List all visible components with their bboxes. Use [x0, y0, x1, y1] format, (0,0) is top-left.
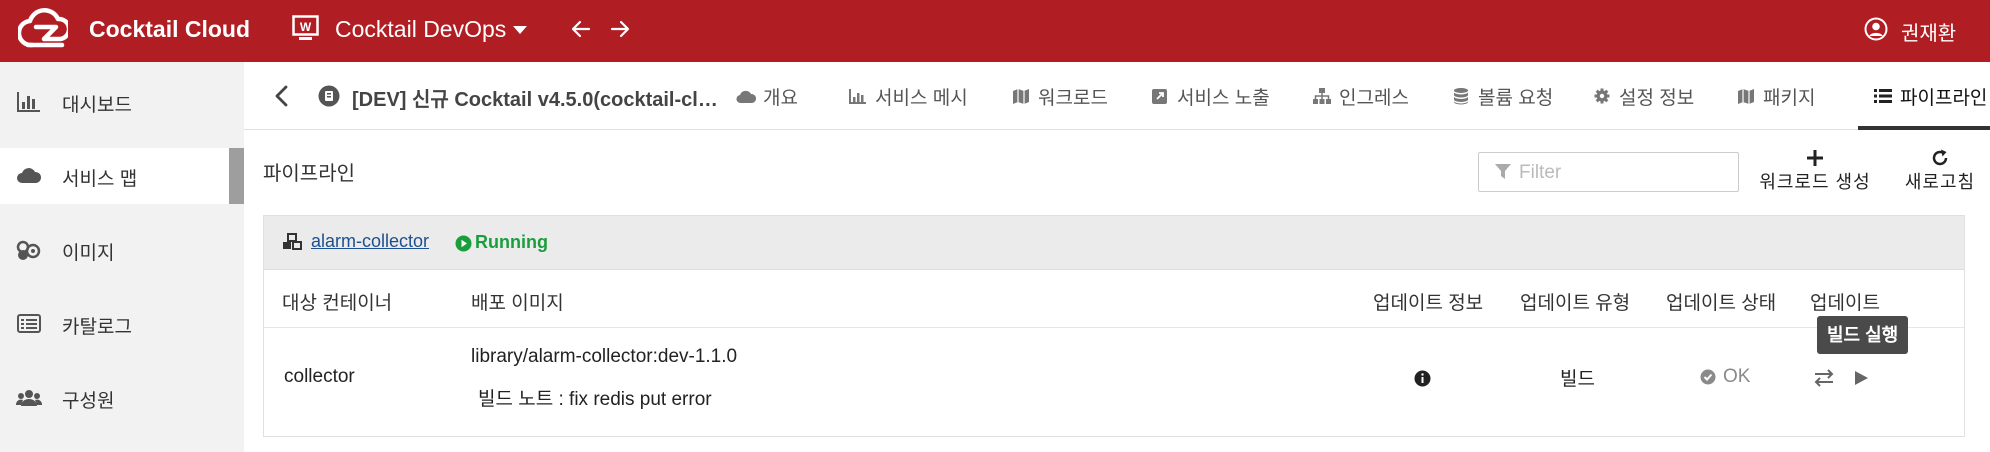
sidebar-item-dashboard[interactable]: 대시보드	[0, 74, 244, 130]
map-icon	[1738, 89, 1754, 104]
plus-icon	[1807, 150, 1823, 166]
tab-pipeline[interactable]: 파이프라인	[1858, 62, 1990, 130]
chevron-down-icon[interactable]	[513, 26, 527, 34]
brand-name[interactable]: Cocktail Cloud	[89, 16, 250, 43]
build-note: 빌드 노트 : fix redis put error	[478, 389, 712, 410]
user-icon[interactable]	[1864, 17, 1888, 41]
cloud-icon	[736, 90, 756, 104]
tab-label: 인그레스	[1339, 88, 1409, 109]
external-link-icon	[1152, 89, 1167, 104]
check-circle-icon	[1700, 369, 1716, 385]
container-name: collector	[284, 366, 355, 387]
database-icon	[1454, 88, 1468, 105]
sidebar-item-label: 구성원	[62, 391, 115, 412]
chart-icon	[849, 89, 866, 104]
users-icon	[16, 390, 42, 406]
play-circle-icon	[455, 235, 472, 252]
play-icon[interactable]	[1852, 369, 1870, 387]
update-type: 빌드	[1560, 369, 1595, 390]
sidebar-item-label: 대시보드	[62, 95, 132, 116]
cocktail-cloud-logo-icon[interactable]	[18, 7, 68, 53]
cloud-icon	[17, 168, 42, 183]
refresh-icon	[1932, 149, 1948, 166]
tab-label: 볼륨 요청	[1478, 88, 1554, 109]
sidebar-item-service-map[interactable]: 서비스 맵	[0, 148, 244, 204]
update-status: OK	[1723, 366, 1751, 387]
arrow-left-icon[interactable]	[569, 17, 593, 41]
sidebar-item-label: 카탈로그	[62, 317, 132, 338]
workload-link[interactable]: alarm-collector	[311, 231, 429, 252]
cubes-icon	[283, 233, 302, 250]
refresh-label: 새로고침	[1904, 172, 1976, 192]
sidebar: 대시보드 서비스 맵 이미지 카탈로그 구성원	[0, 62, 244, 452]
filter-icon	[1495, 164, 1511, 179]
column-header-update-type: 업데이트 유형	[1520, 293, 1631, 314]
sidebar-item-images[interactable]: 이미지	[0, 222, 244, 278]
sitemap-icon	[1313, 88, 1331, 104]
tab-label: 워크로드	[1038, 88, 1108, 109]
sidebar-item-catalog[interactable]: 카탈로그	[0, 296, 244, 352]
sidebar-active-indicator	[229, 148, 244, 204]
gear-icon	[1594, 88, 1610, 104]
workspace-selector[interactable]: Cocktail DevOps	[335, 16, 506, 43]
column-header-update-status: 업데이트 상태	[1666, 293, 1777, 314]
column-header-update: 업데이트	[1810, 293, 1880, 314]
pipeline-card: alarm-collector Running 대상 컨테이너 배포 이미지 업…	[263, 215, 1965, 437]
bar-chart-icon	[17, 92, 40, 112]
service-tabs: [DEV] 신규 Cocktail v4.5.0(cocktail-cloud-…	[244, 62, 1990, 130]
tab-label: 서비스 메시	[875, 88, 968, 109]
column-header-container: 대상 컨테이너	[282, 293, 393, 314]
tab-label: 파이프라인	[1900, 88, 1988, 109]
catalog-icon	[17, 314, 41, 333]
map-icon	[1013, 89, 1029, 104]
chevron-left-icon[interactable]	[272, 84, 292, 108]
sidebar-item-label: 이미지	[62, 243, 115, 264]
tab-label: 패키지	[1763, 88, 1816, 109]
workspace-icon[interactable]: W	[292, 15, 319, 42]
pipeline-card-header: alarm-collector Running	[264, 216, 1964, 270]
arrow-right-icon[interactable]	[608, 17, 632, 41]
tab-label: 설정 정보	[1619, 88, 1695, 109]
svg-text:W: W	[300, 20, 312, 34]
info-icon[interactable]	[1414, 370, 1431, 387]
deploy-image: library/alarm-collector:dev-1.1.0	[471, 346, 738, 367]
create-workload-label: 워크로드 생성	[1759, 172, 1871, 192]
cubes-icon	[16, 240, 41, 260]
column-header-update-info: 업데이트 정보	[1373, 293, 1484, 314]
row-divider	[264, 327, 1964, 328]
build-run-tooltip: 빌드 실행	[1817, 316, 1909, 354]
exchange-icon[interactable]	[1812, 368, 1836, 388]
filter-input[interactable]	[1519, 159, 1729, 187]
refresh-button[interactable]: 새로고침	[1898, 148, 1982, 192]
user-name[interactable]: 권재환	[1901, 17, 1956, 46]
create-workload-button[interactable]: 워크로드 생성	[1750, 148, 1880, 192]
top-bar: Cocktail Cloud W Cocktail DevOps 권재환	[0, 0, 1990, 62]
column-header-image: 배포 이미지	[471, 293, 564, 314]
page-title: 파이프라인	[263, 163, 355, 185]
tab-label: 서비스 노출	[1177, 88, 1270, 109]
service-icon	[318, 85, 340, 107]
sidebar-item-label: 서비스 맵	[62, 169, 138, 190]
status-badge: Running	[475, 232, 548, 252]
tab-label: 개요	[763, 88, 798, 109]
service-name: [DEV] 신규 Cocktail v4.5.0(cocktail-cloud-…	[352, 89, 730, 111]
list-icon	[1874, 89, 1892, 103]
filter-field[interactable]	[1478, 152, 1739, 192]
sidebar-item-members[interactable]: 구성원	[0, 370, 244, 426]
